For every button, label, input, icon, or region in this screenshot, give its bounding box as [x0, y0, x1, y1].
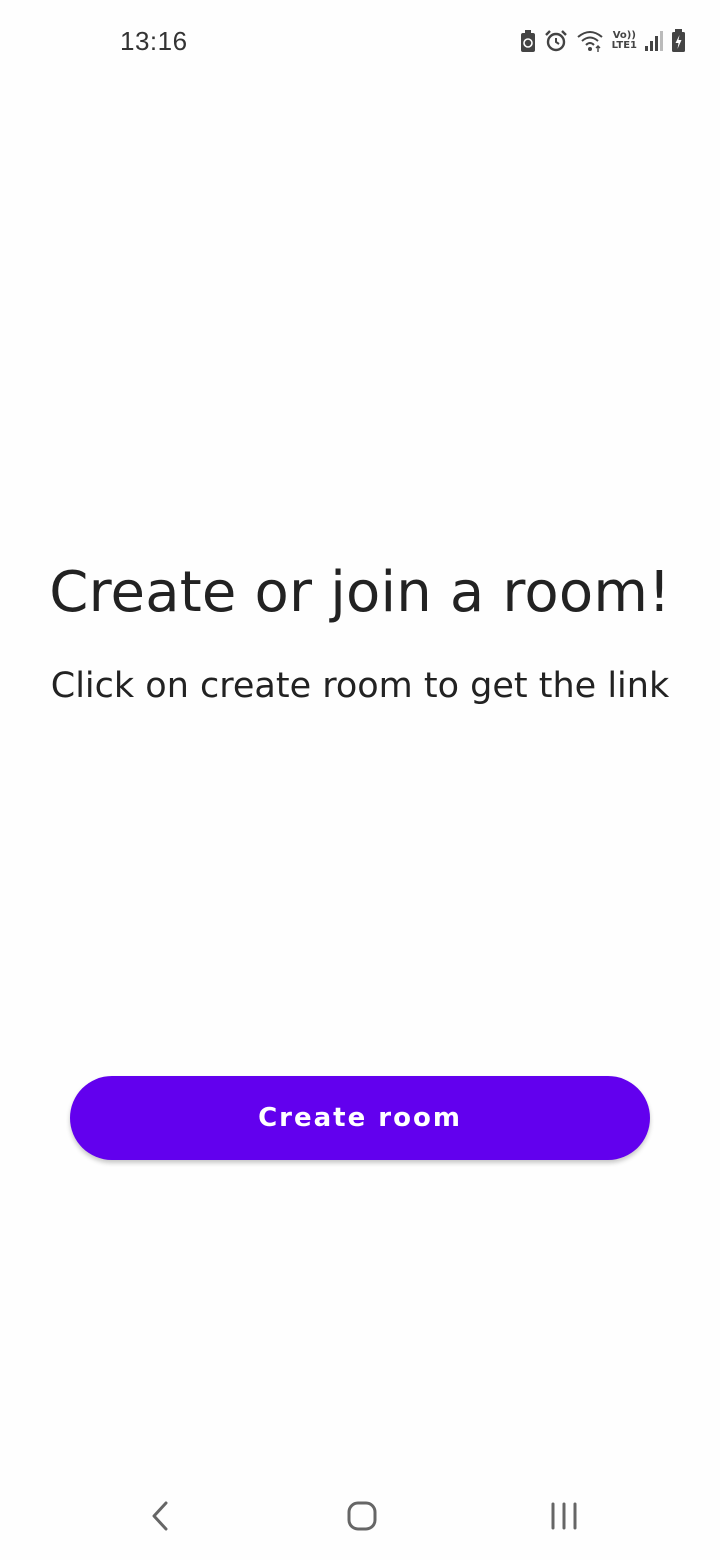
wifi-icon: [576, 29, 604, 53]
create-room-button[interactable]: Create room: [70, 1076, 650, 1160]
recents-icon: [549, 1501, 579, 1536]
home-button[interactable]: [332, 1496, 392, 1540]
signal-icon: [645, 30, 663, 52]
battery-saver-icon: [520, 29, 536, 53]
volte-icon: Vo)) LTE1: [612, 31, 637, 51]
battery-charging-icon: [671, 29, 686, 53]
volte-label-bottom: LTE1: [611, 40, 637, 51]
back-icon: [149, 1500, 173, 1537]
status-time: 13:16: [120, 26, 188, 56]
back-button[interactable]: [131, 1496, 191, 1540]
navigation-bar: [0, 1476, 720, 1560]
page-title: Create or join a room!: [49, 560, 671, 625]
home-icon: [346, 1500, 378, 1537]
recents-button[interactable]: [534, 1496, 594, 1540]
status-icons: Vo)) LTE1: [520, 26, 686, 56]
alarm-icon: [544, 29, 568, 53]
page-subtitle: Click on create room to get the link: [50, 666, 670, 706]
status-bar: 13:16 Vo)) LTE1: [0, 0, 720, 84]
